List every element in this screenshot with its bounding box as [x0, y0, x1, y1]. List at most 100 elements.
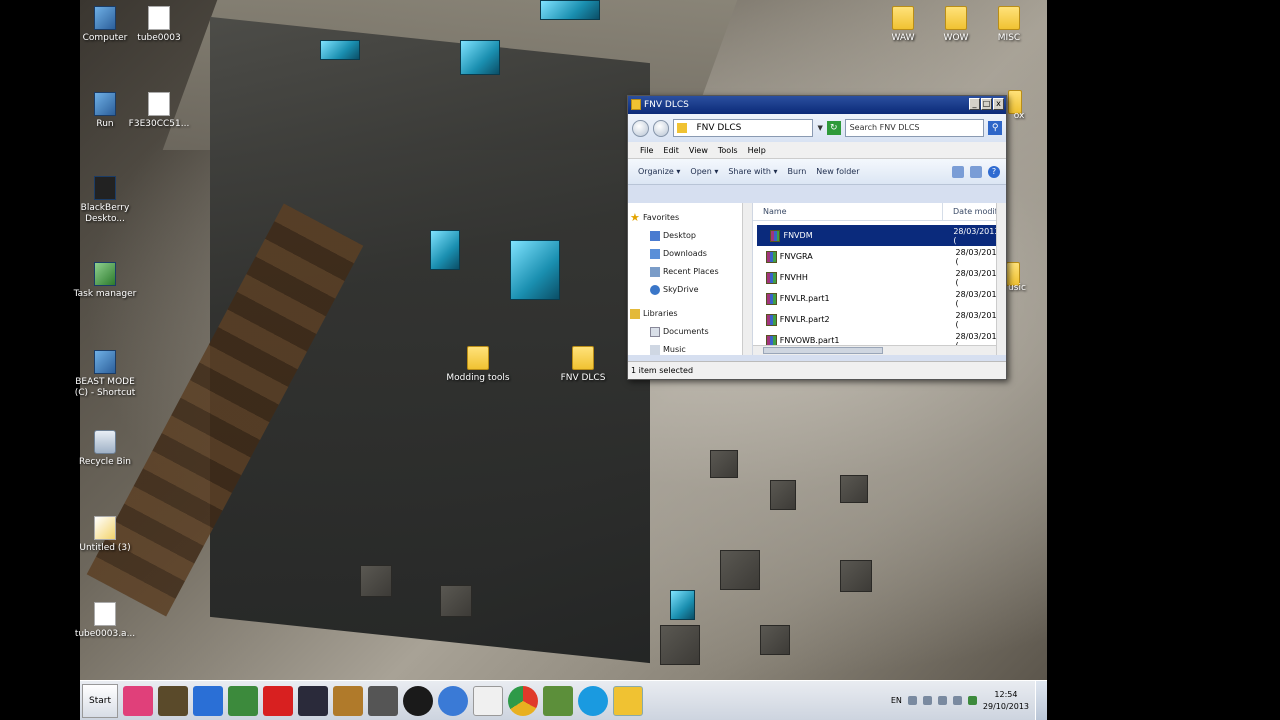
- folder-icon: [631, 99, 641, 110]
- menu-tools[interactable]: Tools: [718, 142, 738, 158]
- search-input[interactable]: Search FNV DLCS: [844, 119, 985, 137]
- desktop-icon-recycle-bin[interactable]: Recycle Bin: [70, 430, 140, 468]
- minecraft-launcher-icon[interactable]: [228, 685, 258, 716]
- desktop-icon-task-manager[interactable]: Task manager: [70, 262, 140, 300]
- nav-music[interactable]: Music: [628, 341, 752, 355]
- desktop-icon-untitled-3[interactable]: Untitled (3): [70, 516, 140, 554]
- organize-button[interactable]: Organize ▾: [638, 167, 680, 176]
- chrome-icon[interactable]: [508, 685, 538, 716]
- column-name[interactable]: Name: [753, 203, 943, 220]
- language-indicator[interactable]: EN: [891, 696, 902, 705]
- document-app-icon[interactable]: [473, 685, 503, 716]
- file-row[interactable]: FNVLR.part1 28/03/2013 (: [753, 288, 1006, 309]
- picasa-icon[interactable]: [123, 685, 153, 716]
- minecraft-icon[interactable]: [543, 685, 573, 716]
- nav-recent-places[interactable]: Recent Places: [628, 263, 752, 281]
- nav-favorites[interactable]: ★ Favorites: [628, 209, 752, 227]
- blackberry-icon: [94, 176, 116, 200]
- file-row[interactable]: FNVLR.part2 28/03/2013 (: [753, 309, 1006, 330]
- folder-icon: [677, 123, 688, 133]
- new-folder-button[interactable]: New folder: [816, 167, 859, 176]
- search-icon[interactable]: ⚲: [988, 121, 1003, 135]
- libraries-icon: [630, 309, 640, 319]
- wallpaper-gem: [430, 230, 460, 270]
- desktop-folder-misc[interactable]: MISC: [974, 6, 1044, 44]
- file-list-horizontal-scrollbar[interactable]: [753, 345, 996, 355]
- help-icon[interactable]: ?: [988, 165, 1000, 178]
- forward-button[interactable]: [652, 119, 670, 137]
- refresh-button[interactable]: ↻: [826, 121, 841, 135]
- chevron-down-icon[interactable]: ▼: [817, 124, 822, 132]
- command-bar: Organize ▾ Open ▾ Share with ▾ Burn New …: [628, 159, 1006, 185]
- menu-bar: File Edit View Tools Help: [628, 142, 1006, 159]
- media-file-icon: [94, 516, 116, 540]
- status-bar: 1 item selected: [628, 361, 1006, 379]
- wallpaper-block: [770, 480, 796, 510]
- bundle-icon[interactable]: [333, 685, 363, 716]
- explorer-icon[interactable]: [613, 685, 643, 716]
- desktop-icon-beast-mode[interactable]: BEAST MODE (C) - Shortcut: [70, 350, 140, 399]
- game-app-icon[interactable]: [158, 685, 188, 716]
- menu-file[interactable]: File: [640, 142, 653, 158]
- clock[interactable]: 12:54 29/10/2013: [983, 689, 1029, 713]
- desktop-icon-blackberry[interactable]: BlackBerry Deskto...: [70, 176, 140, 225]
- share-with-button[interactable]: Share with ▾: [728, 167, 777, 176]
- address-bar[interactable]: FNV DLCS: [673, 119, 814, 137]
- chevron-up-icon[interactable]: [922, 696, 932, 705]
- open-button[interactable]: Open ▾: [690, 167, 718, 176]
- nav-scrollbar[interactable]: [742, 203, 752, 355]
- wallpaper-gem: [320, 40, 360, 60]
- network-icon[interactable]: [937, 696, 947, 705]
- scrollbar-thumb[interactable]: [763, 347, 883, 354]
- skype-icon[interactable]: [578, 685, 608, 716]
- desktop-icon-tube0003-a[interactable]: tube0003.a...: [70, 602, 140, 640]
- media-player-icon[interactable]: [193, 685, 223, 716]
- burn-button[interactable]: Burn: [788, 167, 807, 176]
- show-desktop-button[interactable]: [1035, 680, 1047, 720]
- taskbar: Start EN 12:54 29/10/2013: [80, 680, 1047, 720]
- desktop-folder-fnv-dlcs[interactable]: FNV DLCS: [548, 346, 618, 384]
- file-row[interactable]: FNVDM 28/03/2013 (: [757, 225, 1002, 246]
- recent-places-icon: [650, 267, 660, 277]
- xbox-icon[interactable]: [403, 685, 433, 716]
- desktop-folder-modding-tools[interactable]: Modding tools: [443, 346, 513, 384]
- file-row[interactable]: FNVGRA 28/03/2013 (: [753, 246, 1006, 267]
- menu-edit[interactable]: Edit: [663, 142, 679, 158]
- menu-view[interactable]: View: [689, 142, 708, 158]
- window-titlebar[interactable]: FNV DLCS _ □ x: [628, 96, 1006, 114]
- wallpaper-gem: [540, 0, 600, 20]
- content-area: ★ Favorites Desktop Downloads Recent Plac…: [628, 203, 1006, 355]
- star-app-icon[interactable]: [298, 685, 328, 716]
- start-button[interactable]: Start: [82, 683, 118, 718]
- nav-skydrive[interactable]: SkyDrive: [628, 281, 752, 299]
- m-app-icon[interactable]: [438, 685, 468, 716]
- nav-libraries[interactable]: Libraries: [628, 305, 752, 323]
- recycle-bin-icon: [94, 430, 116, 454]
- music-icon: [650, 345, 660, 355]
- keyboard-icon[interactable]: [907, 696, 917, 705]
- preview-pane-icon[interactable]: [970, 165, 982, 178]
- kaspersky-icon[interactable]: [263, 685, 293, 716]
- menu-help[interactable]: Help: [748, 142, 766, 158]
- nav-downloads[interactable]: Downloads: [628, 245, 752, 263]
- wallpaper-gem: [510, 240, 560, 300]
- desktop-icon-f3e30cc51[interactable]: F3E30CC51...: [124, 92, 194, 130]
- explorer-window: FNV DLCS _ □ x FNV DLCS ▼ ↻ Search FNV D…: [627, 95, 1007, 380]
- status-text: 1 item selected: [631, 366, 694, 375]
- folder-icon: [892, 6, 914, 30]
- security-icon[interactable]: [967, 696, 977, 705]
- back-button[interactable]: [632, 119, 649, 137]
- desktop-icon-tube0003[interactable]: tube0003: [124, 6, 194, 44]
- close-button[interactable]: x: [993, 98, 1004, 110]
- minimize-button[interactable]: _: [969, 98, 980, 110]
- skydrive-icon: [650, 285, 660, 295]
- file-list-vertical-scrollbar[interactable]: [996, 203, 1006, 355]
- file-row[interactable]: FNVHH 28/03/2013 (: [753, 267, 1006, 288]
- nav-documents[interactable]: Documents: [628, 323, 752, 341]
- nav-desktop[interactable]: Desktop: [628, 227, 752, 245]
- remote-app-icon[interactable]: [368, 685, 398, 716]
- view-options-icon[interactable]: [952, 165, 964, 178]
- wallpaper-block: [720, 550, 760, 590]
- volume-icon[interactable]: [952, 696, 962, 705]
- maximize-button[interactable]: □: [981, 98, 992, 110]
